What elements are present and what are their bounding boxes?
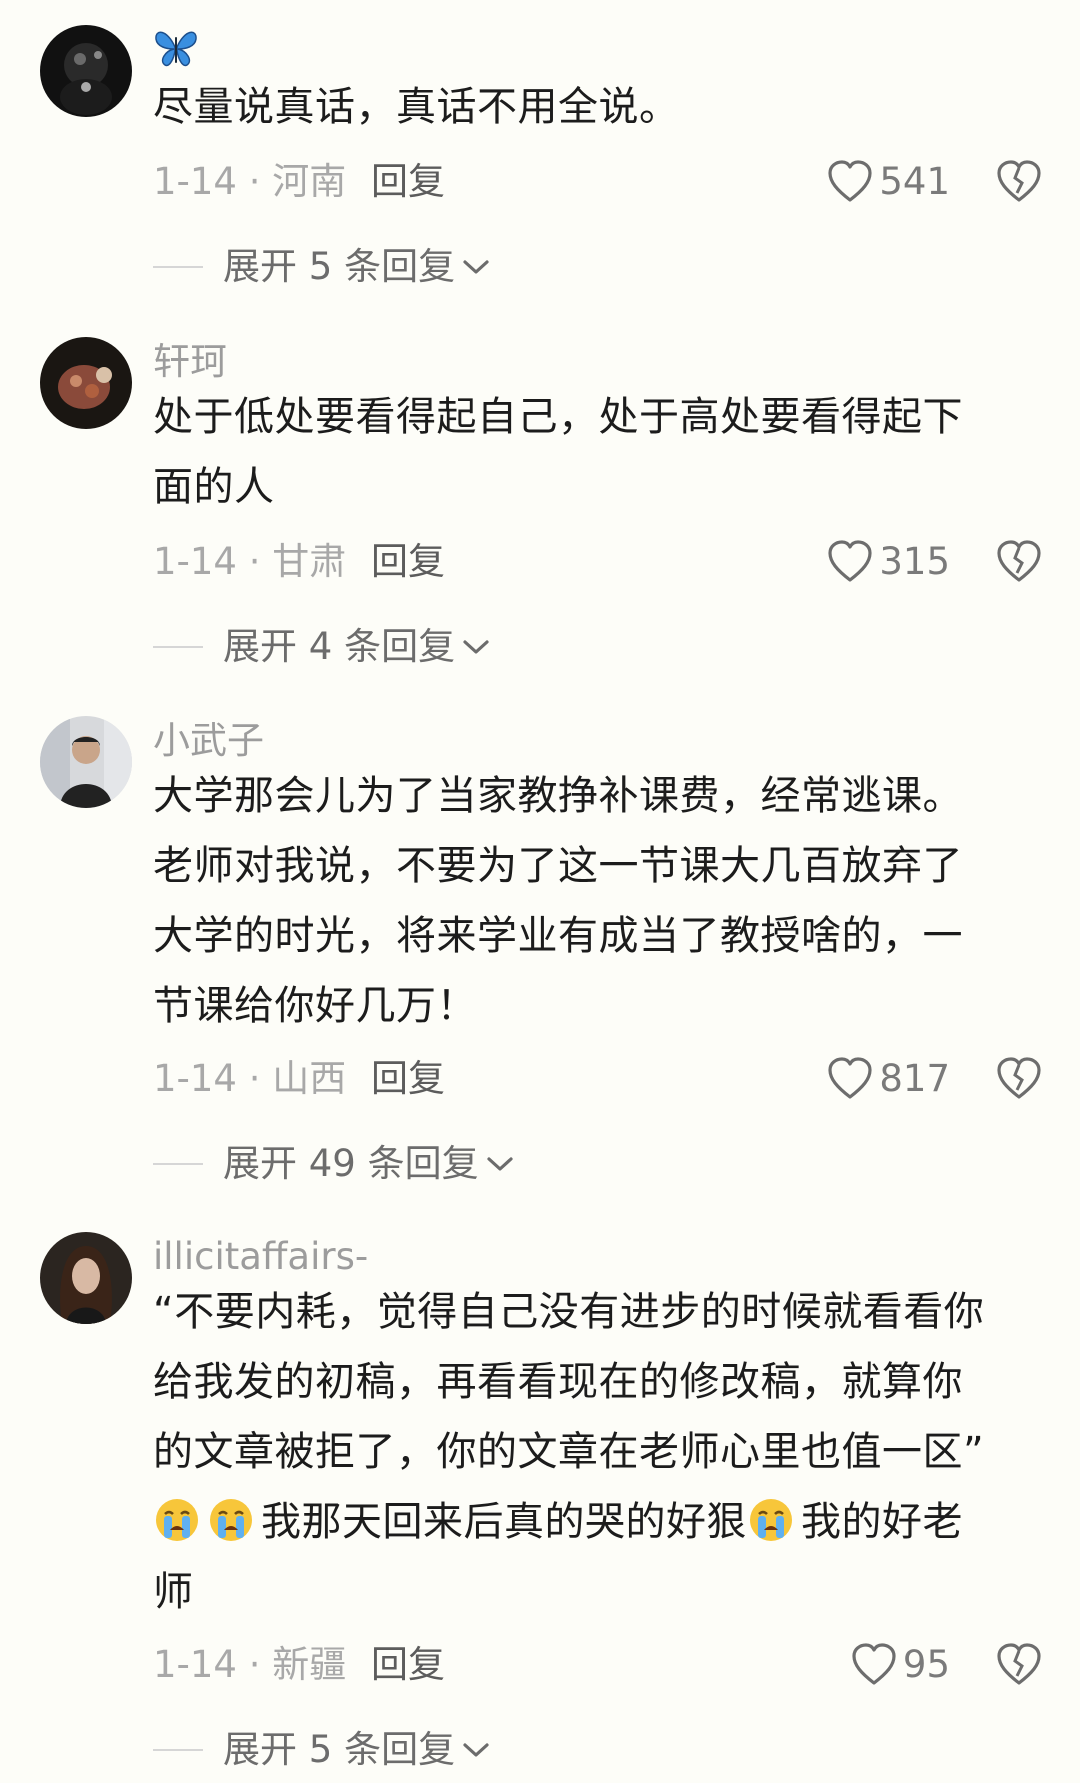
chevron-down-icon: [455, 257, 491, 277]
avatar[interactable]: [40, 1232, 132, 1324]
chevron-down-icon: [455, 1740, 491, 1760]
like-button[interactable]: 95: [851, 1635, 950, 1695]
expand-replies-label: 展开 5 条回复: [223, 245, 456, 288]
avatar[interactable]: [40, 716, 132, 808]
heart-outline-icon: [827, 1057, 873, 1101]
comment-text: 大学那会儿为了当家教挣补课费，经常逃课。 老师对我说，不要为了这一节课大几百放弃…: [153, 761, 1053, 1041]
comment-meta: 1-14 · 新疆 回复 95: [153, 1635, 1080, 1695]
expand-replies[interactable]: 展开 5 条回复: [153, 1723, 491, 1777]
expand-replies[interactable]: 展开 5 条回复: [153, 240, 491, 294]
date-location: 1-14 · 甘肃: [153, 540, 347, 583]
comment-text-line: 大学的时光，将来学业有成当了教授啥的，一: [153, 913, 963, 959]
comment-text-line: 面的人: [153, 464, 275, 510]
divider: [153, 646, 203, 648]
comment-text-line: 尽量说真话，真话不用全说。: [153, 84, 680, 130]
like-button[interactable]: 315: [827, 532, 950, 592]
comment-meta: 1-14 · 甘肃 回复 315: [153, 532, 1080, 592]
comment-text: 处于低处要看得起自己，处于高处要看得起下 面的人: [153, 382, 1053, 522]
like-count: 817: [879, 1057, 950, 1100]
broken-heart-icon[interactable]: [996, 1643, 1042, 1687]
expand-replies-label: 展开 4 条回复: [223, 625, 456, 668]
divider: [153, 1749, 203, 1751]
avatar[interactable]: [40, 25, 132, 117]
heart-outline-icon: [851, 1643, 897, 1687]
chevron-down-icon: [455, 637, 491, 657]
comment-text-line: 老师对我说，不要为了这一节课大几百放弃了: [153, 843, 963, 889]
username[interactable]: 轩珂: [153, 337, 227, 387]
reply-button[interactable]: 回复: [371, 1635, 445, 1695]
broken-heart-icon[interactable]: [996, 160, 1042, 204]
comment-text-line: 师: [153, 1569, 194, 1615]
date-location: 1-14 · 河南: [153, 160, 347, 203]
expand-replies[interactable]: 展开 49 条回复: [153, 1137, 515, 1191]
comment-text-fragment: 我的好老: [801, 1499, 963, 1545]
username-emoji[interactable]: [153, 27, 199, 69]
reply-button[interactable]: 回复: [371, 532, 445, 592]
comment-text-line: 的文章被拒了，你的文章在老师心里也值一区”: [153, 1429, 985, 1475]
like-button[interactable]: 817: [827, 1049, 950, 1109]
comment-text-line: “不要内耗，觉得自己没有进步的时候就看看你: [153, 1289, 985, 1335]
heart-outline-icon: [827, 540, 873, 584]
comment-text: “不要内耗，觉得自己没有进步的时候就看看你 给我发的初稿，再看看现在的修改稿，就…: [153, 1277, 1053, 1627]
avatar[interactable]: [40, 337, 132, 429]
heart-outline-icon: [827, 160, 873, 204]
comment-text-line: 处于低处要看得起自己，处于高处要看得起下: [153, 394, 963, 440]
reply-button[interactable]: 回复: [371, 152, 445, 212]
like-count: 95: [902, 1643, 950, 1686]
divider: [153, 266, 203, 268]
date-location: 1-14 · 山西: [153, 1057, 347, 1100]
expand-replies[interactable]: 展开 4 条回复: [153, 620, 491, 674]
broken-heart-icon[interactable]: [996, 540, 1042, 584]
comment-text-line: 给我发的初稿，再看看现在的修改稿，就算你: [153, 1359, 963, 1405]
comment-text-line-emoji: 我那天回来后真的哭的好狠 我的好老: [153, 1487, 1053, 1557]
comment-text-line: 大学那会儿为了当家教挣补课费，经常逃课。: [153, 773, 963, 819]
loudly-crying-face-icon: [207, 1496, 255, 1544]
loudly-crying-face-icon: [747, 1496, 795, 1544]
expand-replies-label: 展开 5 条回复: [223, 1728, 456, 1771]
username[interactable]: illicitaffairs-: [153, 1232, 368, 1282]
like-count: 315: [879, 540, 950, 583]
chevron-down-icon: [479, 1154, 515, 1174]
comment-meta: 1-14 · 河南 回复 541: [153, 152, 1080, 212]
comment-meta: 1-14 · 山西 回复 817: [153, 1049, 1080, 1109]
like-button[interactable]: 541: [827, 152, 950, 212]
reply-button[interactable]: 回复: [371, 1049, 445, 1109]
expand-replies-label: 展开 49 条回复: [223, 1142, 479, 1185]
divider: [153, 1163, 203, 1165]
broken-heart-icon[interactable]: [996, 1057, 1042, 1101]
blue-butterfly-icon: [153, 27, 199, 69]
comment-text: 尽量说真话，真话不用全说。: [153, 72, 1053, 142]
username[interactable]: 小武子: [153, 716, 264, 766]
date-location: 1-14 · 新疆: [153, 1643, 347, 1686]
comment-text-line: 节课给你好几万！: [153, 983, 477, 1029]
comment-text-fragment: 我那天回来后真的哭的好狠: [261, 1499, 747, 1545]
loudly-crying-face-icon: [153, 1496, 201, 1544]
like-count: 541: [879, 160, 950, 203]
